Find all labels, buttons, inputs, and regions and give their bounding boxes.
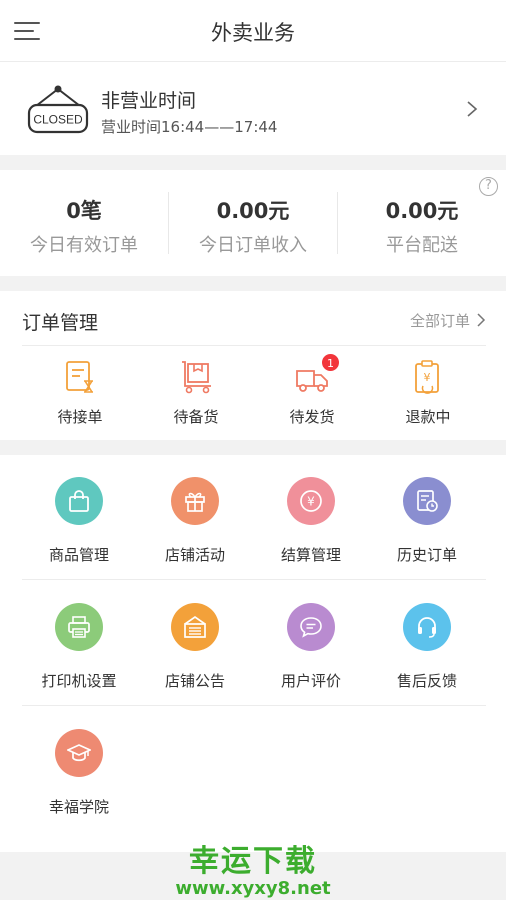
business-hours: 营业时间16:44——17:44 <box>101 118 278 136</box>
section-title: 订单管理 <box>22 312 99 334</box>
stat-platform-delivery: 0.00元 平台配送 <box>338 170 506 276</box>
feature-printer-settings[interactable]: 打印机设置 <box>21 603 137 707</box>
stat-label: 平台配送 <box>386 235 458 256</box>
watermark-url: www.xyxy8.net <box>175 878 331 899</box>
feature-product-management[interactable]: 商品管理 <box>21 477 137 581</box>
today-stats: ? 0笔 今日有效订单 0.00元 今日订单收入 0.00元 平台配送 <box>0 170 506 276</box>
feature-label: 结算管理 <box>280 546 341 564</box>
feature-order-history[interactable]: 历史订单 <box>369 477 485 581</box>
order-status-label: 待发货 <box>289 408 335 426</box>
feature-label: 商品管理 <box>48 546 109 564</box>
chevron-right-icon <box>467 101 478 117</box>
divider <box>22 579 486 580</box>
stat-value: 0.00元 <box>216 199 290 223</box>
feature-icon-circle: ¥ <box>287 477 335 525</box>
refund-icon: ¥ <box>415 360 439 394</box>
feature-shop-activities[interactable]: 店铺活动 <box>137 477 253 581</box>
business-status-row[interactable]: CLOSED 非营业时间 营业时间16:44——17:44 <box>0 62 506 155</box>
gift-icon <box>185 492 205 512</box>
feature-label: 历史订单 <box>396 546 457 564</box>
feature-icon-circle <box>403 603 451 651</box>
feature-icon-circle <box>55 477 103 525</box>
feature-icon-circle <box>171 477 219 525</box>
feature-icon-circle <box>171 603 219 651</box>
order-management: 订单管理 全部订单 待接单 待备货 1 待发货 ¥ 退款中 <box>0 291 506 440</box>
notification-badge: 1 <box>321 353 340 372</box>
top-bar: 外卖业务 <box>0 0 506 62</box>
feature-grid: 商品管理 店铺活动 ¥ 结算管理 历史订单 打印机设置 店铺公告 用户评价 售后… <box>0 455 506 852</box>
feature-settlement[interactable]: ¥ 结算管理 <box>253 477 369 581</box>
feature-icon-circle <box>55 729 103 777</box>
chevron-right-icon <box>477 313 486 327</box>
svg-text:¥: ¥ <box>424 371 431 384</box>
stat-valid-orders: 0笔 今日有效订单 <box>0 170 168 276</box>
pending-accept-icon <box>66 361 93 393</box>
feature-label: 店铺活动 <box>164 546 225 564</box>
feature-label: 打印机设置 <box>41 672 117 690</box>
stat-value: 0.00元 <box>385 199 459 223</box>
history-order-icon <box>417 490 438 512</box>
feature-label: 用户评价 <box>280 672 341 690</box>
feature-shop-announcement[interactable]: 店铺公告 <box>137 603 253 707</box>
feature-after-sales[interactable]: 售后反馈 <box>369 603 485 707</box>
page-title: 外卖业务 <box>211 21 295 45</box>
graduation-cap-icon <box>67 744 91 762</box>
feature-label: 幸福学院 <box>48 798 109 816</box>
stat-label: 今日订单收入 <box>199 235 307 256</box>
order-status-refunding[interactable]: ¥ 退款中 <box>365 359 491 429</box>
yuan-coin-icon: ¥ <box>300 490 322 512</box>
order-status-label: 待备货 <box>173 408 219 426</box>
all-orders-label: 全部订单 <box>409 312 470 330</box>
feature-user-reviews[interactable]: 用户评价 <box>253 603 369 707</box>
stat-value: 0笔 <box>66 199 102 223</box>
svg-text:CLOSED: CLOSED <box>33 113 83 127</box>
announcement-icon <box>184 615 206 638</box>
feature-icon-circle <box>403 477 451 525</box>
closed-sign-icon: CLOSED <box>27 85 89 134</box>
stat-order-income: 0.00元 今日订单收入 <box>169 170 337 276</box>
shopping-bag-icon <box>69 490 89 512</box>
pending-stock-icon <box>182 361 211 394</box>
order-status-pending-ship[interactable]: 1 待发货 <box>249 353 375 429</box>
all-orders-link[interactable]: 全部订单 <box>410 310 486 331</box>
feature-label: 售后反馈 <box>396 672 457 690</box>
divider <box>22 705 486 706</box>
watermark-title: 幸运下载 <box>189 844 317 879</box>
stat-label: 今日有效订单 <box>30 235 138 256</box>
order-status-pending-accept[interactable]: 待接单 <box>17 359 143 429</box>
svg-text:¥: ¥ <box>307 495 315 509</box>
status-title: 非营业时间 <box>101 90 197 112</box>
comment-icon <box>300 617 322 638</box>
feature-icon-circle <box>55 603 103 651</box>
order-status-pending-stock[interactable]: 待备货 <box>133 359 259 429</box>
headset-icon <box>418 617 436 638</box>
feature-happiness-academy[interactable]: 幸福学院 <box>21 729 137 833</box>
order-status-label: 退款中 <box>405 408 451 426</box>
printer-icon <box>68 616 90 638</box>
divider <box>22 345 486 346</box>
feature-label: 店铺公告 <box>164 672 225 690</box>
site-watermark: 幸运下载 www.xyxy8.net <box>0 836 506 899</box>
feature-icon-circle <box>287 603 335 651</box>
order-status-label: 待接单 <box>57 408 103 426</box>
